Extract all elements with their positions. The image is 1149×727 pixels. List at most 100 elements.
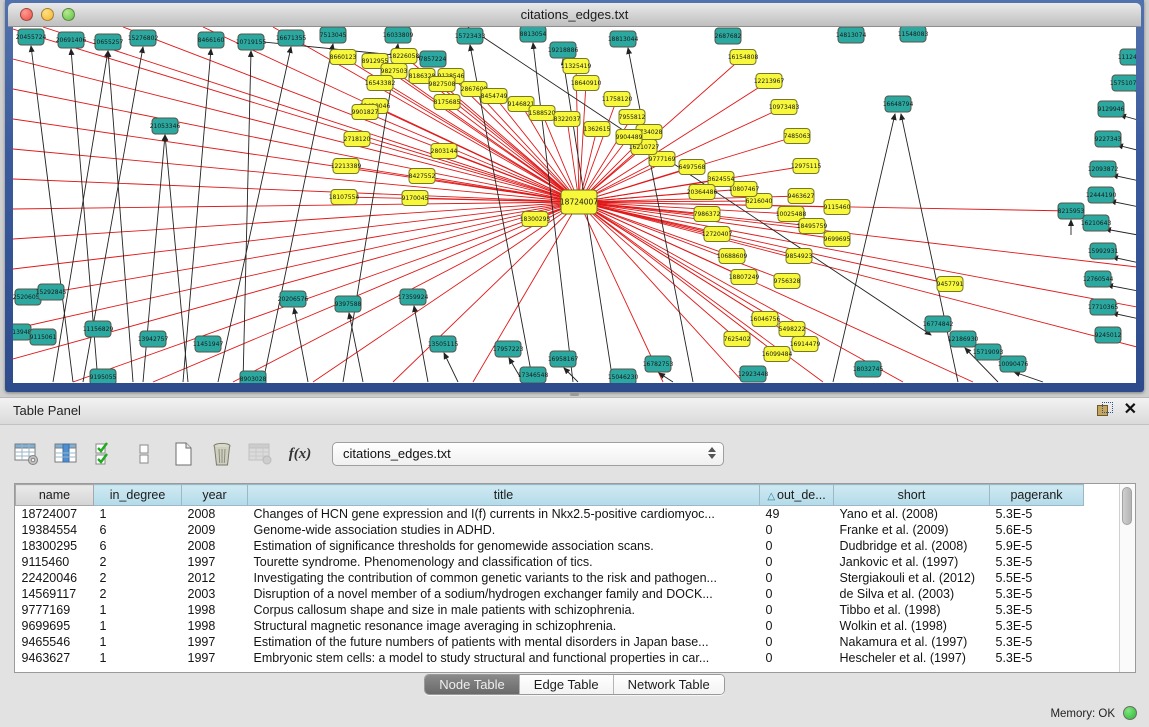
graph-node[interactable]: 10719155 xyxy=(236,34,267,50)
graph-node[interactable]: 16154808 xyxy=(728,50,759,65)
graph-node[interactable]: 18300295 xyxy=(520,212,551,227)
cell-name[interactable]: 18300295 xyxy=(16,538,94,554)
graph-node[interactable]: 16774842 xyxy=(923,316,954,332)
graph-node[interactable]: 9245012 xyxy=(1095,327,1122,343)
table-row[interactable]: 1830029562008Estimation of significance … xyxy=(16,538,1123,554)
tab-network-table[interactable]: Network Table xyxy=(614,675,724,694)
row-height-button[interactable] xyxy=(129,439,159,469)
cell-pagerank[interactable]: 5.3E-5 xyxy=(990,506,1084,522)
column-header-in_degree[interactable]: in_degree xyxy=(94,485,182,506)
graph-node[interactable]: 9227343 xyxy=(1095,131,1122,147)
cell-pagerank[interactable]: 5.3E-5 xyxy=(990,618,1084,634)
graph-node[interactable]: 11156829 xyxy=(83,321,114,337)
cell-short[interactable]: Tibbo et al. (1998) xyxy=(834,602,990,618)
cell-in_degree[interactable]: 1 xyxy=(94,506,182,522)
cell-title[interactable]: Structural magnetic resonance image aver… xyxy=(248,618,760,634)
graph-node[interactable]: 7857224 xyxy=(420,51,447,67)
graph-node[interactable]: 16648794 xyxy=(883,96,914,112)
cell-out_degree[interactable]: 0 xyxy=(760,602,834,618)
cell-pagerank[interactable]: 5.3E-5 xyxy=(990,554,1084,570)
cell-name[interactable]: 9465546 xyxy=(16,634,94,650)
close-panel-icon[interactable]: ✕ xyxy=(1124,402,1137,417)
graph-node[interactable]: 10090476 xyxy=(998,356,1029,372)
cell-title[interactable]: Genome-wide association studies in ADHD. xyxy=(248,522,760,538)
table-row[interactable]: 1872400712008Changes of HCN gene express… xyxy=(16,506,1123,522)
graph-node[interactable]: 7513045 xyxy=(320,27,347,43)
graph-node[interactable]: 8903028 xyxy=(240,371,267,383)
cell-pagerank[interactable]: 5.5E-5 xyxy=(990,570,1084,586)
graph-node[interactable]: 17710365 xyxy=(1088,299,1119,315)
graph-node[interactable]: 12923448 xyxy=(738,366,769,382)
cell-in_degree[interactable]: 6 xyxy=(94,522,182,538)
graph-node[interactable]: 18107554 xyxy=(329,190,360,205)
cell-year[interactable]: 1997 xyxy=(182,554,248,570)
graph-node[interactable]: 1362615 xyxy=(584,122,611,137)
cell-out_degree[interactable]: 0 xyxy=(760,650,834,666)
cell-title[interactable]: Embryonic stem cells: a model to study s… xyxy=(248,650,760,666)
table-row[interactable]: 946362711997Embryonic stem cells: a mode… xyxy=(16,650,1123,666)
cell-name[interactable]: 19384554 xyxy=(16,522,94,538)
graph-node[interactable]: 9827508 xyxy=(429,77,456,92)
select-columns-button[interactable] xyxy=(90,439,120,469)
graph-node[interactable]: 12093872 xyxy=(1088,161,1119,177)
cell-year[interactable]: 2003 xyxy=(182,586,248,602)
graph-node[interactable]: 10655257 xyxy=(93,34,124,50)
graph-node[interactable]: 15719093 xyxy=(973,344,1004,360)
cell-in_degree[interactable]: 1 xyxy=(94,602,182,618)
graph-node[interactable]: 17359924 xyxy=(398,289,429,305)
graph-node[interactable]: 21053346 xyxy=(150,118,181,134)
cell-name[interactable]: 9463627 xyxy=(16,650,94,666)
cell-year[interactable]: 1998 xyxy=(182,602,248,618)
cell-in_degree[interactable]: 1 xyxy=(94,634,182,650)
table-row[interactable]: 969969511998Structural magnetic resonanc… xyxy=(16,618,1123,634)
cell-pagerank[interactable]: 5.9E-5 xyxy=(990,538,1084,554)
cell-pagerank[interactable]: 5.3E-5 xyxy=(990,602,1084,618)
graph-node[interactable]: 16914479 xyxy=(790,337,821,352)
cell-year[interactable]: 2012 xyxy=(182,570,248,586)
tab-node-table[interactable]: Node Table xyxy=(425,675,520,694)
graph-node[interactable]: 18495759 xyxy=(797,219,828,234)
show-column-button[interactable] xyxy=(51,439,81,469)
graph-node[interactable]: 9115460 xyxy=(824,200,851,215)
graph-node[interactable]: 2718120 xyxy=(344,132,371,147)
cell-short[interactable]: Franke et al. (2009) xyxy=(834,522,990,538)
graph-node[interactable]: 8427552 xyxy=(409,169,436,184)
graph-node[interactable]: 12186930 xyxy=(948,331,979,347)
graph-node[interactable]: 12213967 xyxy=(754,74,785,89)
graph-node[interactable]: 15723433 xyxy=(455,28,486,44)
cell-in_degree[interactable]: 6 xyxy=(94,538,182,554)
cell-in_degree[interactable]: 2 xyxy=(94,570,182,586)
table-row[interactable]: 911546021997Tourette syndrome. Phenomeno… xyxy=(16,554,1123,570)
graph-node[interactable]: 8660123 xyxy=(330,50,357,65)
graph-node[interactable]: 9129946 xyxy=(1098,101,1125,117)
graph-node[interactable]: 9457791 xyxy=(937,277,964,292)
graph-node[interactable]: 18807249 xyxy=(729,270,760,285)
column-header-name[interactable]: name xyxy=(16,485,94,506)
cell-in_degree[interactable]: 1 xyxy=(94,650,182,666)
graph-node[interactable]: 18813044 xyxy=(608,31,639,47)
column-header-pagerank[interactable]: pagerank xyxy=(990,485,1084,506)
graph-node[interactable]: 20455724 xyxy=(16,29,47,45)
graph-node[interactable]: 11548083 xyxy=(898,27,929,42)
cell-in_degree[interactable]: 2 xyxy=(94,586,182,602)
graph-node[interactable]: 8322037 xyxy=(554,112,581,127)
tab-edge-table[interactable]: Edge Table xyxy=(520,675,614,694)
cell-short[interactable]: Dudbridge et al. (2008) xyxy=(834,538,990,554)
function-builder-button[interactable]: f(x) xyxy=(285,439,315,469)
cell-pagerank[interactable]: 5.3E-5 xyxy=(990,586,1084,602)
graph-node[interactable]: 11124880 xyxy=(1118,49,1136,65)
cell-short[interactable]: Nakamura et al. (1997) xyxy=(834,634,990,650)
column-header-out_degree[interactable]: △out_de... xyxy=(760,485,834,506)
graph-node[interactable]: 9904489 xyxy=(616,130,643,145)
table-row[interactable]: 1456911722003Disruption of a novel membe… xyxy=(16,586,1123,602)
table-vertical-scrollbar[interactable] xyxy=(1119,484,1135,672)
cell-out_degree[interactable]: 0 xyxy=(760,634,834,650)
delete-table-button[interactable] xyxy=(207,439,237,469)
cell-name[interactable]: 9699695 xyxy=(16,618,94,634)
cell-year[interactable]: 2008 xyxy=(182,506,248,522)
cell-year[interactable]: 1998 xyxy=(182,618,248,634)
cell-out_degree[interactable]: 0 xyxy=(760,554,834,570)
graph-node[interactable]: 16033809 xyxy=(383,27,414,43)
cell-year[interactable]: 2009 xyxy=(182,522,248,538)
table-row[interactable]: 1938455462009Genome-wide association stu… xyxy=(16,522,1123,538)
